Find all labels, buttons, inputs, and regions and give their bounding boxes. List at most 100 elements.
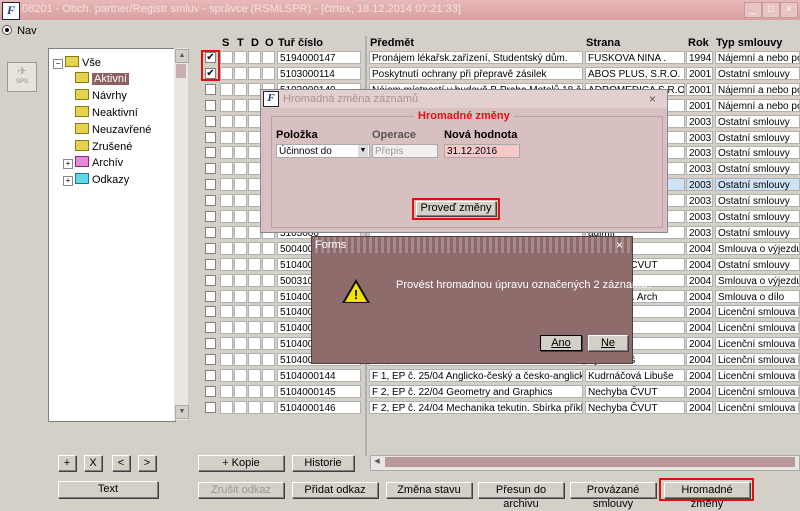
cell-typ[interactable]: Ostatní smlouvy bbox=[715, 146, 800, 160]
row-checkbox[interactable] bbox=[205, 322, 216, 334]
cell-predmet[interactable]: F 2, EP č. 24/04 Mechanika tekutin. Sbír… bbox=[369, 400, 583, 414]
tree-root[interactable]: − Vše bbox=[53, 55, 101, 69]
tree-remove-button[interactable]: X bbox=[84, 455, 102, 471]
cell-typ[interactable]: Licenční smlouva k p bbox=[715, 321, 800, 335]
scroll-thumb[interactable] bbox=[176, 64, 186, 78]
row-checkbox[interactable] bbox=[205, 179, 216, 191]
expand-icon[interactable]: + bbox=[63, 159, 73, 169]
bulk-changes-button[interactable]: Hromadné změny bbox=[664, 482, 750, 510]
row-checkbox[interactable] bbox=[205, 163, 216, 175]
item-select[interactable]: Účinnost do ▼ bbox=[276, 144, 370, 158]
cell-rok[interactable]: 2004 bbox=[686, 273, 713, 287]
row-checkbox[interactable] bbox=[205, 385, 216, 397]
minimize-button[interactable]: _ bbox=[744, 2, 762, 18]
cell-typ[interactable]: Nájemní a nebo podn bbox=[715, 98, 800, 112]
cell-rok[interactable]: 2004 bbox=[686, 400, 713, 414]
text-button[interactable]: Text bbox=[58, 481, 158, 498]
cell-cislo[interactable]: 5104000145 bbox=[277, 384, 361, 398]
cell-strana[interactable]: FUSKOVA NINA . bbox=[585, 51, 685, 64]
cell-rok[interactable]: 1994 bbox=[686, 51, 713, 64]
cell-typ[interactable]: Ostatní smlouvy bbox=[715, 114, 800, 128]
change-status-button[interactable]: Změna stavu bbox=[386, 482, 472, 498]
cell-rok[interactable]: 2004 bbox=[686, 337, 713, 351]
cell-rok[interactable]: 2004 bbox=[686, 369, 713, 382]
cell-rok[interactable]: 2003 bbox=[686, 130, 713, 144]
chevron-down-icon[interactable]: ▼ bbox=[358, 145, 368, 157]
cell-typ[interactable]: Ostatní smlouvy bbox=[715, 66, 800, 80]
cell-strana[interactable]: ABOS PLUS, S.R.O. bbox=[585, 66, 685, 80]
row-checkbox[interactable] bbox=[205, 195, 216, 207]
cell-rok[interactable]: 2004 bbox=[686, 384, 713, 398]
cell-cislo[interactable]: 5194000147 bbox=[277, 51, 361, 64]
cell-rok[interactable]: 2003 bbox=[686, 210, 713, 223]
tree-scrollbar[interactable]: ▲ ▼ bbox=[174, 48, 189, 420]
cell-typ[interactable]: Ostatní smlouvy bbox=[715, 210, 800, 223]
cell-typ[interactable]: Licenční smlouva k p bbox=[715, 400, 800, 414]
cell-typ[interactable]: Nájemní a nebo podn bbox=[715, 51, 800, 64]
cell-typ[interactable]: Smlouva o dílo bbox=[715, 289, 800, 303]
row-checkbox[interactable] bbox=[205, 211, 216, 222]
tree-item-archiv[interactable]: + Archív bbox=[63, 155, 123, 169]
tree-item-neuzavrene[interactable]: Neuzavřené bbox=[75, 122, 151, 136]
scroll-up-icon[interactable]: ▲ bbox=[175, 49, 189, 63]
cell-rok[interactable]: 2004 bbox=[686, 257, 713, 271]
row-checkbox[interactable] bbox=[205, 99, 216, 111]
row-checkbox[interactable] bbox=[205, 258, 216, 270]
scroll-down-icon[interactable]: ▼ bbox=[175, 405, 189, 419]
expand-icon[interactable]: + bbox=[63, 176, 73, 186]
cell-rok[interactable]: 2004 bbox=[686, 241, 713, 255]
tree-item-neaktivni[interactable]: Neaktivní bbox=[75, 105, 138, 119]
close-icon[interactable]: × bbox=[616, 237, 623, 253]
row-checkbox[interactable] bbox=[205, 131, 216, 143]
cell-typ[interactable]: Licenční smlouva k p bbox=[715, 337, 800, 351]
row-checkbox[interactable] bbox=[205, 242, 216, 254]
cell-rok[interactable]: 2004 bbox=[686, 353, 713, 367]
cell-predmet[interactable]: F 1, EP č. 25/04 Anglicko-český a česko-… bbox=[369, 369, 583, 382]
grid-hscrollbar[interactable]: ◀ bbox=[370, 455, 800, 471]
row-checkbox[interactable] bbox=[205, 338, 216, 350]
table-row[interactable]: ✔ 5103000114 Poskytnutí ochrany při přepra… bbox=[189, 66, 800, 82]
table-row[interactable]: 5104000144 F 1, EP č. 25/04 Anglicko-česk… bbox=[189, 369, 800, 384]
tree-item-odkazy[interactable]: + Odkazy bbox=[63, 172, 129, 186]
tree-item-aktivni[interactable]: Aktivní bbox=[75, 71, 130, 85]
row-checkbox[interactable] bbox=[205, 354, 216, 366]
cell-rok[interactable]: 2001 bbox=[686, 66, 713, 80]
no-button[interactable]: Ne bbox=[588, 335, 628, 351]
cell-rok[interactable]: 2001 bbox=[686, 98, 713, 112]
table-row[interactable]: ✔!5194000147Pronájem lékařsk.zařízení, S… bbox=[189, 51, 800, 66]
cell-rok[interactable]: 2004 bbox=[686, 321, 713, 335]
cell-typ[interactable]: Nájemní a nebo podn bbox=[715, 82, 800, 96]
cell-rok[interactable]: 2001 bbox=[686, 82, 713, 96]
table-row[interactable]: 5104000145 F 2, EP č. 22/04 Geometry and … bbox=[189, 384, 800, 400]
scroll-left-icon[interactable]: ◀ bbox=[372, 457, 382, 467]
new-value-field[interactable]: 31.12.2016 bbox=[444, 144, 520, 158]
cell-rok[interactable]: 2003 bbox=[686, 225, 713, 239]
nav-radio[interactable]: Nav bbox=[2, 24, 42, 38]
cell-rok[interactable]: 2004 bbox=[686, 305, 713, 319]
cell-predmet[interactable]: F 2, EP č. 22/04 Geometry and Graphics bbox=[369, 384, 583, 398]
cell-strana[interactable]: Nechyba ČVUT bbox=[585, 400, 685, 414]
cell-typ[interactable]: Ostatní smlouvy bbox=[715, 257, 800, 271]
cell-strana[interactable]: Kudrnáčová Libuše bbox=[585, 369, 685, 382]
cell-cislo[interactable]: 5104000146 bbox=[277, 400, 361, 414]
tree-item-navrhy[interactable]: Návrhy bbox=[75, 88, 127, 102]
row-checkbox[interactable] bbox=[205, 274, 216, 286]
cell-rok[interactable]: 2003 bbox=[686, 114, 713, 128]
cell-typ[interactable]: Licenční smlouva k p bbox=[715, 305, 800, 319]
cell-typ[interactable]: Ostatní smlouvy bbox=[715, 225, 800, 239]
tree-left-button[interactable]: < bbox=[112, 455, 130, 471]
cell-cislo[interactable]: 5103000114 bbox=[277, 66, 361, 80]
maximize-button[interactable]: □ bbox=[762, 2, 780, 18]
row-checkbox[interactable] bbox=[205, 290, 216, 302]
cell-rok[interactable]: 2003 bbox=[686, 146, 713, 160]
cell-rok[interactable]: 2003 bbox=[686, 178, 713, 192]
row-checkbox[interactable] bbox=[205, 147, 216, 159]
row-checkbox[interactable] bbox=[205, 401, 216, 413]
cell-strana[interactable]: Nechyba ČVUT bbox=[585, 384, 685, 398]
row-checkbox[interactable] bbox=[205, 370, 216, 381]
row-checkbox[interactable] bbox=[205, 306, 216, 318]
cell-predmet[interactable]: Poskytnutí ochrany při přepravě zásilek bbox=[369, 66, 583, 80]
table-row[interactable]: 5104000146 F 2, EP č. 24/04 Mechanika tek… bbox=[189, 400, 800, 416]
cell-typ[interactable]: Ostatní smlouvy bbox=[715, 130, 800, 144]
add-link-button[interactable]: Přidat odkaz bbox=[292, 482, 378, 498]
